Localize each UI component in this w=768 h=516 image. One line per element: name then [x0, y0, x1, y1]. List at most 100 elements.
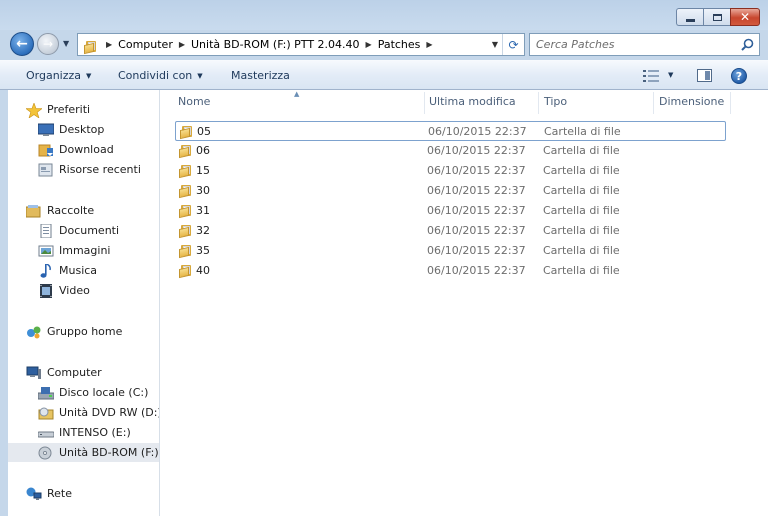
recent-pages-dropdown[interactable]: ▼ [63, 39, 69, 48]
folder-icon [179, 164, 193, 179]
preview-pane-button[interactable] [697, 69, 712, 82]
nav-drive-f[interactable]: Unità BD-ROM (F:) P [8, 443, 159, 462]
help-icon: ? [735, 70, 743, 83]
music-note-icon [38, 262, 54, 278]
file-row[interactable]: 05 06/10/2015 22:37 Cartella di file [175, 121, 726, 141]
chevron-down-icon: ▼ [86, 72, 92, 80]
dvd-drive-icon [38, 406, 54, 420]
file-row[interactable]: 30 06/10/2015 22:37 Cartella di file [175, 181, 726, 201]
download-folder-icon [38, 143, 54, 157]
file-modified: 06/10/2015 22:37 [427, 224, 526, 237]
nav-homegroup[interactable]: Gruppo home [26, 322, 122, 341]
chevron-down-icon: ▼ [668, 71, 674, 79]
file-row[interactable]: 15 06/10/2015 22:37 Cartella di file [175, 161, 726, 181]
folder-icon [179, 224, 193, 239]
address-history-dropdown[interactable]: ▼ [492, 40, 498, 49]
file-type: Cartella di file [544, 125, 621, 138]
organize-menu[interactable]: Organizza ▼ [26, 69, 91, 82]
maximize-button[interactable] [703, 8, 730, 26]
video-icon [38, 283, 54, 298]
refresh-button[interactable]: ⟳ [502, 34, 524, 55]
nav-pictures[interactable]: Immagini [38, 241, 110, 260]
burn-button[interactable]: Masterizza [231, 69, 290, 82]
search-input[interactable] [536, 37, 731, 52]
organize-label: Organizza [26, 69, 82, 82]
folder-icon [179, 184, 193, 199]
nav-download-label: Download [59, 143, 114, 156]
nav-drive-d-label: Unità DVD RW (D:) C [59, 406, 160, 419]
share-menu[interactable]: Condividi con ▼ [118, 69, 203, 82]
column-header-modified[interactable]: Ultima modifica [429, 95, 516, 113]
nav-drive-e[interactable]: INTENSO (E:) [37, 423, 131, 442]
file-row[interactable]: 31 06/10/2015 22:37 Cartella di file [175, 201, 726, 221]
column-header-name[interactable]: Nome [178, 95, 210, 113]
address-bar[interactable]: ▶ Computer ▶ Unità BD-ROM (F:) PTT 2.04.… [77, 33, 525, 56]
chevron-down-icon: ▼ [197, 72, 203, 80]
close-button[interactable]: ✕ [730, 8, 760, 26]
nav-documents[interactable]: Documenti [38, 221, 119, 240]
nav-recent-label: Risorse recenti [59, 163, 141, 176]
back-button[interactable]: ← [10, 32, 34, 56]
help-button[interactable]: ? [731, 68, 747, 84]
nav-drive-d[interactable]: Unità DVD RW (D:) C [38, 403, 160, 422]
change-view-button[interactable]: ▼ [643, 69, 677, 83]
column-header-size[interactable]: Dimensione [659, 95, 724, 113]
search-box[interactable] [529, 33, 760, 56]
pictures-icon [38, 244, 54, 258]
file-name: 06 [196, 144, 210, 157]
chevron-right-icon[interactable]: ▶ [426, 40, 432, 49]
file-name: 05 [197, 125, 211, 138]
column-divider[interactable] [653, 92, 654, 114]
nav-documents-label: Documenti [59, 224, 120, 237]
nav-recent[interactable]: Risorse recenti [38, 160, 141, 179]
column-divider[interactable] [424, 92, 425, 114]
nav-drive-c-label: Disco locale (C:) [59, 386, 149, 399]
libraries-icon [25, 204, 42, 218]
search-icon[interactable] [741, 38, 754, 51]
share-label: Condividi con [118, 69, 193, 82]
nav-network[interactable]: Rete [26, 484, 72, 503]
nav-music[interactable]: Musica [38, 261, 97, 280]
local-disk-icon [37, 386, 55, 400]
file-modified: 06/10/2015 22:37 [427, 244, 526, 257]
file-name: 35 [196, 244, 210, 257]
column-divider[interactable] [538, 92, 539, 114]
file-row[interactable]: 35 06/10/2015 22:37 Cartella di file [175, 241, 726, 261]
chevron-right-icon[interactable]: ▶ [179, 40, 185, 49]
nav-libraries[interactable]: Raccolte [25, 201, 94, 220]
file-row[interactable]: 40 06/10/2015 22:37 Cartella di file [175, 261, 726, 281]
title-bar: ✕ [0, 0, 768, 30]
bd-rom-drive-icon [38, 446, 54, 460]
documents-icon [38, 223, 54, 238]
file-row[interactable]: 32 06/10/2015 22:37 Cartella di file [175, 221, 726, 241]
nav-download[interactable]: Download [38, 140, 114, 159]
nav-drive-c[interactable]: Disco locale (C:) [37, 383, 149, 402]
homegroup-icon [26, 325, 42, 339]
file-row[interactable]: 06 06/10/2015 22:37 Cartella di file [175, 141, 726, 161]
file-modified: 06/10/2015 22:37 [427, 264, 526, 277]
breadcrumb-patches[interactable]: Patches [378, 38, 421, 51]
nav-video[interactable]: Video [38, 281, 90, 300]
breadcrumb-computer[interactable]: Computer [118, 38, 173, 51]
window-controls: ✕ [676, 8, 760, 26]
minimize-button[interactable] [676, 8, 703, 26]
navigation-pane[interactable]: Preferiti Desktop Download Risorse recen… [8, 90, 160, 516]
nav-favorites[interactable]: Preferiti [25, 100, 90, 119]
file-type: Cartella di file [543, 144, 620, 157]
forward-arrow-icon: → [42, 37, 54, 51]
nav-video-label: Video [59, 284, 90, 297]
nav-computer[interactable]: Computer [26, 363, 102, 382]
file-modified: 06/10/2015 22:37 [427, 204, 526, 217]
forward-button[interactable]: → [37, 33, 59, 55]
column-header-type[interactable]: Tipo [544, 95, 567, 113]
nav-desktop[interactable]: Desktop [37, 120, 104, 139]
file-type: Cartella di file [543, 224, 620, 237]
minimize-icon [685, 18, 695, 22]
folder-icon [179, 144, 193, 159]
nav-music-label: Musica [59, 264, 98, 277]
chevron-right-icon[interactable]: ▶ [366, 40, 372, 49]
chevron-right-icon[interactable]: ▶ [106, 40, 112, 49]
breadcrumb-drive-f[interactable]: Unità BD-ROM (F:) PTT 2.04.40 [191, 38, 360, 51]
column-divider[interactable] [730, 92, 731, 114]
file-list[interactable]: Nome ▲ Ultima modifica Tipo Dimensione 0… [161, 90, 768, 516]
